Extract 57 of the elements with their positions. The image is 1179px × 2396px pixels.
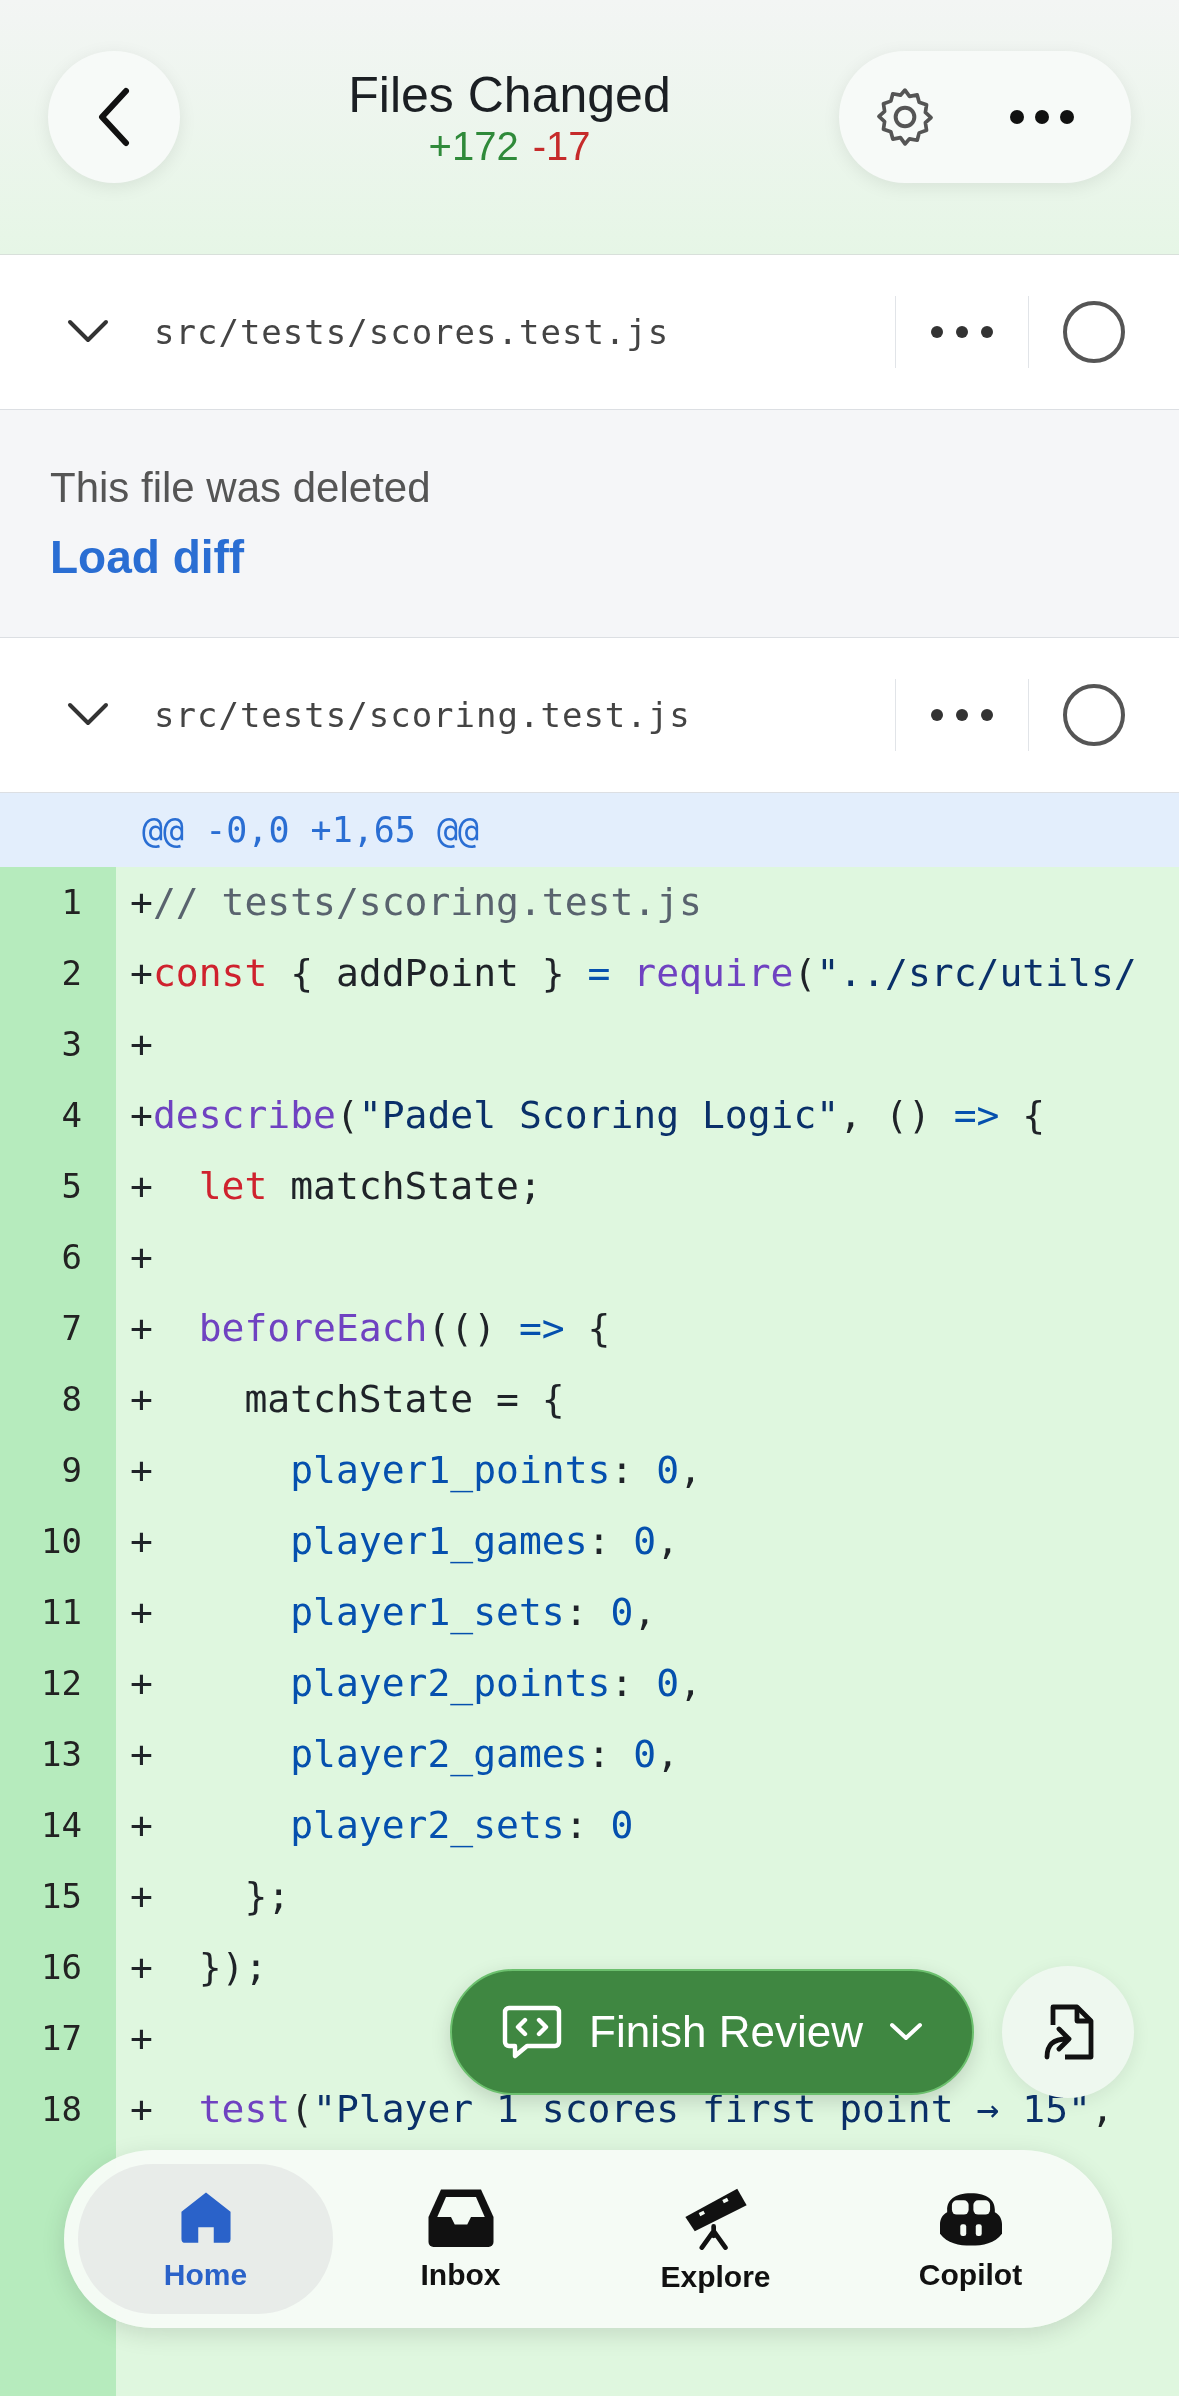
line-number: 3 (0, 1009, 116, 1080)
line-number: 5 (0, 1151, 116, 1222)
code-line: + }; (130, 1873, 291, 1920)
more-icon[interactable] (930, 708, 994, 722)
more-icon[interactable] (930, 325, 994, 339)
file-path: src/tests/scores.test.js (154, 312, 671, 352)
viewed-checkbox[interactable] (1063, 684, 1125, 746)
tab-item[interactable]: Home (78, 2164, 333, 2314)
additions-count: +172 (428, 123, 519, 169)
hunk-header: @@ -0,0 +1,65 @@ (0, 793, 1179, 867)
load-diff-link[interactable]: Load diff (50, 529, 245, 584)
code-line: + (130, 2015, 153, 2062)
line-number: 18 (0, 2074, 116, 2145)
code-line: + player2_points: 0, (130, 1660, 702, 1708)
tab-item[interactable]: Explore (588, 2164, 843, 2314)
caret-icon (888, 2022, 923, 2042)
deletions-count: -17 (532, 123, 591, 169)
line-number: 1 (0, 867, 116, 938)
line-number: 17 (0, 2003, 116, 2074)
line-number: 6 (0, 1222, 116, 1293)
code-line: + player2_games: 0, (130, 1731, 680, 1779)
line-number: 8 (0, 1364, 116, 1435)
file-header[interactable]: src/tests/scores.test.js (0, 255, 1179, 410)
code-line: + }); (130, 1944, 268, 1991)
more-icon[interactable] (1009, 109, 1075, 125)
line-number: 11 (0, 1577, 116, 1648)
line-number: 10 (0, 1506, 116, 1577)
code-line: + player1_points: 0, (130, 1447, 702, 1495)
file-path: src/tests/scoring.test.js (154, 695, 692, 735)
file-header[interactable]: src/tests/scoring.test.js (0, 638, 1179, 793)
line-number: 14 (0, 1790, 116, 1861)
code-line: +// tests/scoring.test.js (130, 879, 702, 926)
code-line: +describe("Padel Scoring Logic", () => { (130, 1092, 1046, 1139)
code-line: + (130, 1234, 153, 1281)
line-number: 12 (0, 1648, 116, 1719)
code-line: + matchState = { (130, 1376, 565, 1423)
viewed-checkbox[interactable] (1063, 301, 1125, 363)
code-line: +const { addPoint } = require("../src/utils/ (130, 950, 1137, 997)
code-line: + player2_sets: 0 (130, 1802, 634, 1850)
line-number: 7 (0, 1293, 116, 1364)
code-line: + let matchState; (130, 1163, 542, 1210)
line-number: 16 (0, 1932, 116, 2003)
deleted-notice: This file was deleted (50, 463, 432, 512)
code-line: + (130, 1021, 153, 1068)
code-line: + player1_games: 0, (130, 1518, 680, 1566)
line-number: 9 (0, 1435, 116, 1506)
line-number: 15 (0, 1861, 116, 1932)
line-number: 4 (0, 1080, 116, 1151)
tab-item[interactable]: Inbox (333, 2164, 588, 2314)
code-line: + beforeEach(() => { (130, 1305, 611, 1352)
page-title: Files Changed (348, 65, 671, 124)
code-line: + player1_sets: 0, (130, 1589, 657, 1637)
line-number: 2 (0, 938, 116, 1009)
finish-review-button[interactable]: Finish Review (450, 1969, 974, 2095)
tab-item[interactable]: Copilot (843, 2164, 1098, 2314)
code-comment-icon (501, 2004, 564, 2060)
line-number: 13 (0, 1719, 116, 1790)
